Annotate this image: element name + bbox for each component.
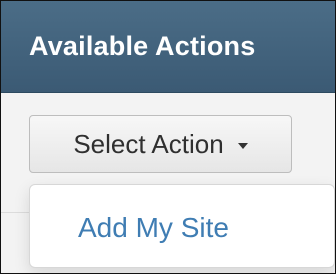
available-actions-panel: Available Actions Select Action Add My S… — [0, 0, 336, 274]
add-my-site-menu-item[interactable]: Add My Site — [78, 212, 229, 244]
panel-body: Select Action Add My Site — [1, 93, 335, 272]
select-action-button[interactable]: Select Action — [29, 115, 292, 173]
panel-title: Available Actions — [29, 31, 256, 61]
select-action-label: Select Action — [73, 128, 224, 159]
chevron-down-icon — [237, 143, 248, 149]
panel-header: Available Actions — [1, 1, 335, 93]
action-dropdown-menu: Add My Site — [29, 184, 335, 268]
